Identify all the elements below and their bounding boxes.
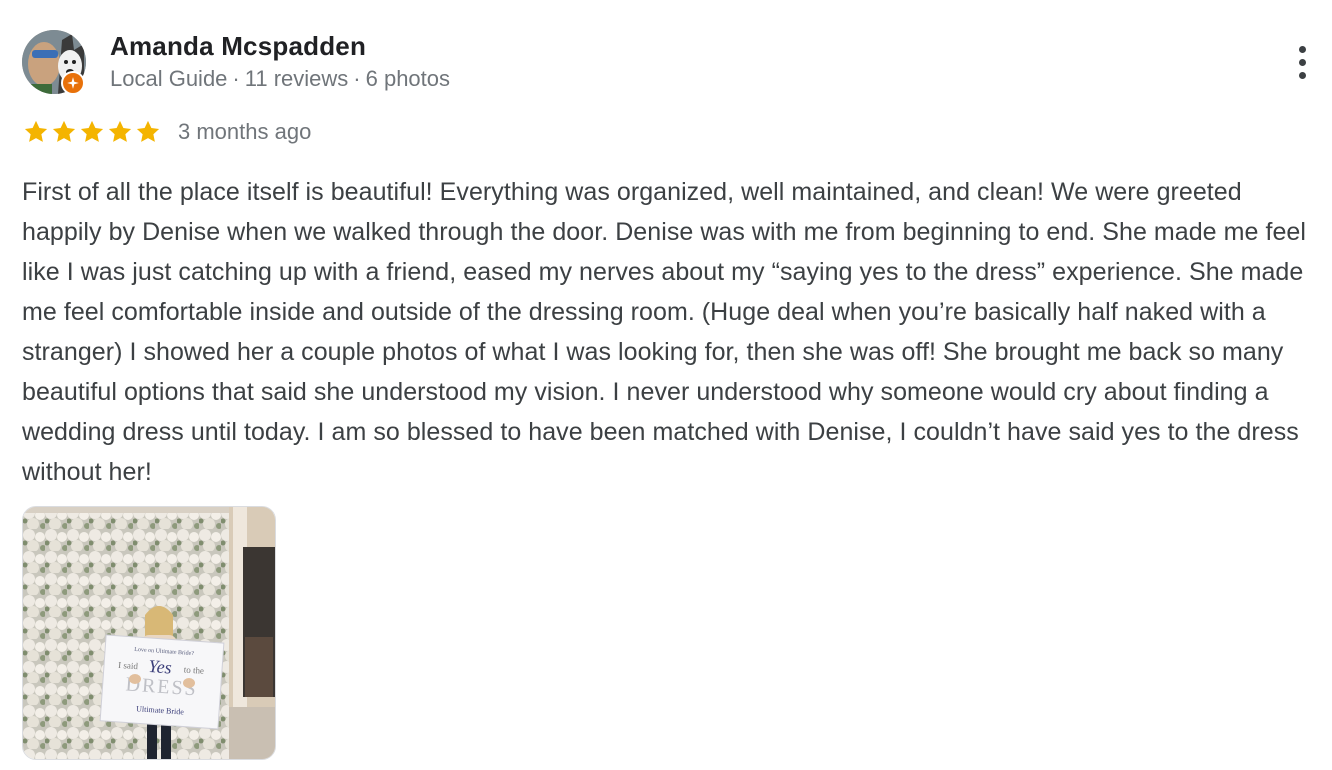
star-icon [136,120,160,142]
star-rating [22,118,162,146]
star-icon [24,120,48,142]
local-guide-icon [61,71,85,95]
review-photo[interactable]: Love on Ultimate Bride? I said Yes to th… [22,506,276,760]
star-icon [80,120,104,142]
local-guide-label: Local Guide [110,66,228,91]
meta-separator: · [353,66,361,91]
reviewer-avatar[interactable] [22,30,86,95]
meta-separator: · [232,66,240,91]
more-vert-dot [1298,58,1306,66]
sign-line2-text: to the [183,664,204,675]
review-text: First of all the place itself is beautif… [22,178,1306,486]
review-photo-image: Love on Ultimate Bride? I said Yes to th… [23,507,275,759]
reviewer-name[interactable]: Amanda Mcspadden [110,31,366,62]
more-vert-icon [1298,45,1306,53]
review-count: 11 reviews [244,66,349,91]
review-time: 3 months ago [178,119,312,144]
rating-row: 3 months ago [22,118,311,146]
more-vert-dot [1298,71,1306,79]
star-icon [108,120,132,142]
reviewer-meta: Local Guide · 11 reviews · 6 photos [110,66,450,92]
more-options-button[interactable] [1284,40,1320,84]
sign-line1-text: I said [118,660,139,671]
photo-count: 6 photos [365,66,451,91]
star-icon [52,120,76,142]
review-card: Amanda Mcspadden Local Guide · 11 reviews ·… [0,0,1332,770]
